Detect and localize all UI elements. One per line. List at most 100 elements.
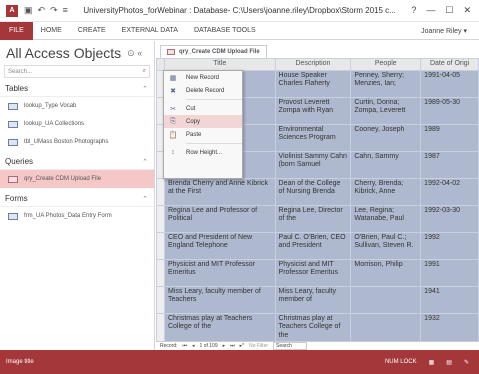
- menu-item-paste[interactable]: 📋 Paste: [164, 128, 242, 141]
- table-cell[interactable]: 1992: [420, 232, 479, 260]
- user-account[interactable]: Joanne Riley ▾: [421, 27, 467, 35]
- table-cell[interactable]: Regina Lee, Director of the: [274, 205, 352, 233]
- datasheet-search-input[interactable]: Search: [273, 342, 307, 350]
- last-record-button[interactable]: ⏭: [230, 343, 235, 349]
- access-app-icon[interactable]: A: [6, 4, 18, 17]
- tab-external-data[interactable]: EXTERNAL DATA: [114, 27, 186, 34]
- table-cell[interactable]: 1941: [420, 286, 479, 314]
- table-cell[interactable]: Miss Leary, faculty member of Teachers: [163, 286, 276, 314]
- nav-object-form[interactable]: frm_UA Photos_Data Entry Form: [0, 207, 154, 225]
- nav-pane-header[interactable]: All Access Objects ⊙ «: [0, 41, 154, 65]
- table-cell[interactable]: Christmas play at Teachers College of th…: [274, 312, 352, 341]
- table-cell[interactable]: Cooney, Joseph: [350, 124, 422, 152]
- table-row[interactable]: Brenda Cherry and Anne Kibrick at the Fi…: [156, 178, 479, 206]
- menu-item-cut[interactable]: ✂ Cut: [164, 102, 242, 115]
- table-cell[interactable]: 1932: [420, 312, 479, 341]
- tab-home[interactable]: HOME: [33, 27, 70, 34]
- menu-item-new-record[interactable]: ▦ New Record: [164, 71, 242, 84]
- table-cell[interactable]: Provost Leverett Zompa with Ryan: [274, 97, 352, 125]
- row-selector[interactable]: [156, 232, 165, 260]
- close-button[interactable]: ✕: [463, 5, 471, 16]
- table-row[interactable]: Regina Lee and Professor of Political Reg…: [156, 205, 479, 233]
- row-selector[interactable]: [156, 312, 165, 341]
- collapse-chevron-icon[interactable]: ⌃: [142, 195, 148, 203]
- table-cell[interactable]: 1989: [420, 124, 479, 152]
- column-header[interactable]: [156, 58, 165, 71]
- nav-pane-options-icon[interactable]: ⊙ «: [127, 48, 142, 59]
- first-record-button[interactable]: ⏮: [183, 343, 188, 349]
- column-header[interactable]: Date of Origi: [420, 58, 479, 71]
- table-cell[interactable]: 1989-05-30: [420, 97, 479, 125]
- redo-icon[interactable]: ↷: [50, 5, 58, 16]
- table-cell[interactable]: Lee, Regina; Watanabe, Paul: [350, 205, 422, 233]
- table-cell[interactable]: Morrison, Philip: [350, 259, 422, 287]
- column-header[interactable]: People: [350, 58, 422, 71]
- table-cell[interactable]: 1987: [420, 151, 479, 179]
- table-cell[interactable]: Environmental Sciences Program: [274, 124, 352, 152]
- table-cell[interactable]: [350, 312, 422, 341]
- table-cell[interactable]: 1991: [420, 259, 479, 287]
- nav-group-queries[interactable]: Queries ⌃: [0, 154, 154, 170]
- nav-object-table[interactable]: tbl_UMass Boston Photographs: [0, 133, 154, 151]
- datasheet-view-icon[interactable]: ▦: [429, 359, 435, 366]
- table-cell[interactable]: Physicist and MIT Professor Emeritus: [163, 259, 276, 287]
- row-selector[interactable]: [156, 286, 165, 314]
- nav-object-table[interactable]: lookup_UA Collections: [0, 115, 154, 133]
- row-selector[interactable]: [156, 259, 165, 287]
- table-cell[interactable]: Cherry, Brenda; Kibrick, Anne: [350, 178, 422, 206]
- table-cell[interactable]: 1991-04-05: [420, 70, 479, 98]
- table-row[interactable]: Miss Leary, faculty member of Teachers Mi…: [156, 286, 479, 314]
- row-selector[interactable]: [156, 205, 165, 233]
- minimize-button[interactable]: —: [426, 5, 435, 16]
- nav-object-query[interactable]: qry_Create CDM Upload File: [0, 170, 154, 188]
- table-cell[interactable]: House Speaker Charles Flaherty: [274, 70, 352, 98]
- collapse-chevron-icon[interactable]: ⌃: [142, 158, 148, 166]
- table-cell[interactable]: [350, 286, 422, 314]
- pivot-view-icon[interactable]: ▤: [446, 359, 452, 366]
- table-cell[interactable]: Paul C. O'Brien, CEO and President: [274, 232, 352, 260]
- table-cell[interactable]: Penney, Sherry; Menzies, Ian;: [350, 70, 422, 98]
- table-cell[interactable]: O'Brien, Paul C.; Sullivan, Steven R.: [350, 232, 422, 260]
- table-row[interactable]: Christmas play at Teachers College of th…: [156, 312, 479, 341]
- collapse-chevron-icon[interactable]: ⌃: [142, 85, 148, 93]
- search-icon[interactable]: ⌕: [143, 68, 146, 75]
- table-cell[interactable]: Christmas play at Teachers College of th…: [163, 312, 276, 341]
- table-cell[interactable]: Miss Leary, faculty member of: [274, 286, 352, 314]
- table-cell[interactable]: Violinist Sammy Cahn (born Samuel: [274, 151, 352, 179]
- tab-create[interactable]: CREATE: [70, 27, 114, 34]
- nav-object-table[interactable]: lookup_Type Vocab: [0, 97, 154, 115]
- nav-search-input[interactable]: Search... ⌕: [4, 65, 150, 78]
- menu-item-delete-record[interactable]: ✖ Delete Record: [164, 84, 242, 97]
- tab-file[interactable]: FILE: [0, 21, 33, 40]
- table-row[interactable]: CEO and President of New England Telepho…: [156, 232, 479, 260]
- design-view-icon[interactable]: ✎: [464, 359, 469, 366]
- table-cell[interactable]: Regina Lee and Professor of Political: [163, 205, 276, 233]
- table-cell[interactable]: CEO and President of New England Telepho…: [163, 232, 276, 260]
- filter-indicator[interactable]: No Filter: [249, 343, 268, 349]
- table-cell[interactable]: Curtin, Donna; Zompa, Leverett: [350, 97, 422, 125]
- table-cell[interactable]: Cahn, Sammy: [350, 151, 422, 179]
- table-cell[interactable]: 1992-04-02: [420, 178, 479, 206]
- nav-pane-title[interactable]: All Access Objects: [6, 45, 121, 61]
- table-cell[interactable]: Dean of the College of Nursing Brenda: [274, 178, 352, 206]
- column-header[interactable]: Description: [274, 58, 352, 71]
- table-cell[interactable]: Physicist and MIT Professor Emeritus: [274, 259, 352, 287]
- next-record-button[interactable]: ▸: [223, 343, 226, 349]
- new-record-nav-button[interactable]: ▸*: [240, 343, 244, 349]
- tab-database-tools[interactable]: DATABASE TOOLS: [186, 27, 264, 34]
- prev-record-button[interactable]: ◂: [192, 343, 195, 349]
- column-header[interactable]: Title: [163, 58, 276, 71]
- undo-icon[interactable]: ↶: [38, 5, 46, 16]
- table-cell[interactable]: Brenda Cherry and Anne Kibrick at the Fi…: [163, 178, 276, 206]
- record-position-input[interactable]: 1 of 109: [200, 343, 218, 349]
- save-icon[interactable]: ▣: [24, 5, 33, 16]
- maximize-button[interactable]: ☐: [445, 5, 453, 16]
- menu-item-row-height[interactable]: ↕ Row Height...: [164, 146, 242, 159]
- document-tab[interactable]: qry_Create CDM Upload File: [160, 45, 267, 58]
- nav-group-forms[interactable]: Forms ⌃: [0, 191, 154, 207]
- help-icon[interactable]: ?: [411, 5, 416, 16]
- table-row[interactable]: Physicist and MIT Professor Emeritus Phys…: [156, 259, 479, 287]
- menu-item-copy[interactable]: ⎘ Copy: [164, 115, 242, 128]
- table-cell[interactable]: 1992-03-30: [420, 205, 479, 233]
- nav-group-tables[interactable]: Tables ⌃: [0, 81, 154, 97]
